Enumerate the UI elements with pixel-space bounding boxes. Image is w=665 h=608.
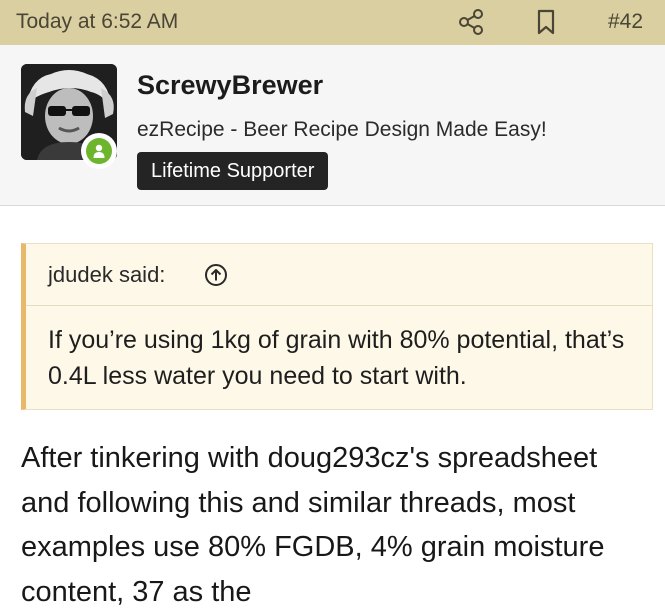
bookmark-icon[interactable]: [534, 9, 558, 35]
post-number-link[interactable]: #42: [608, 10, 643, 34]
user-title: ezRecipe - Beer Recipe Design Made Easy!: [137, 118, 547, 141]
user-icon: [93, 144, 105, 158]
online-status-indicator: [81, 133, 117, 169]
user-info-block: ScrewyBrewer ezRecipe - Beer Recipe Desi…: [0, 45, 665, 206]
post-timestamp[interactable]: Today at 6:52 AM: [16, 10, 178, 34]
username-link[interactable]: ScrewyBrewer: [137, 70, 323, 101]
arrow-up-circle-icon[interactable]: [204, 263, 228, 287]
quote-text: If you’re using 1kg of grain with 80% po…: [48, 326, 625, 390]
user-banner: Lifetime Supporter: [137, 152, 329, 190]
share-icon[interactable]: [458, 9, 484, 35]
quote-attribution: jdudek said:: [48, 262, 166, 287]
post-header-bar: Today at 6:52 AM #42: [0, 0, 665, 45]
quote-block: jdudek said: If you’re using 1kg of grai…: [21, 243, 653, 410]
post-body: After tinkering with doug293cz's spreads…: [21, 442, 605, 608]
quote-header: jdudek said:: [26, 244, 652, 306]
